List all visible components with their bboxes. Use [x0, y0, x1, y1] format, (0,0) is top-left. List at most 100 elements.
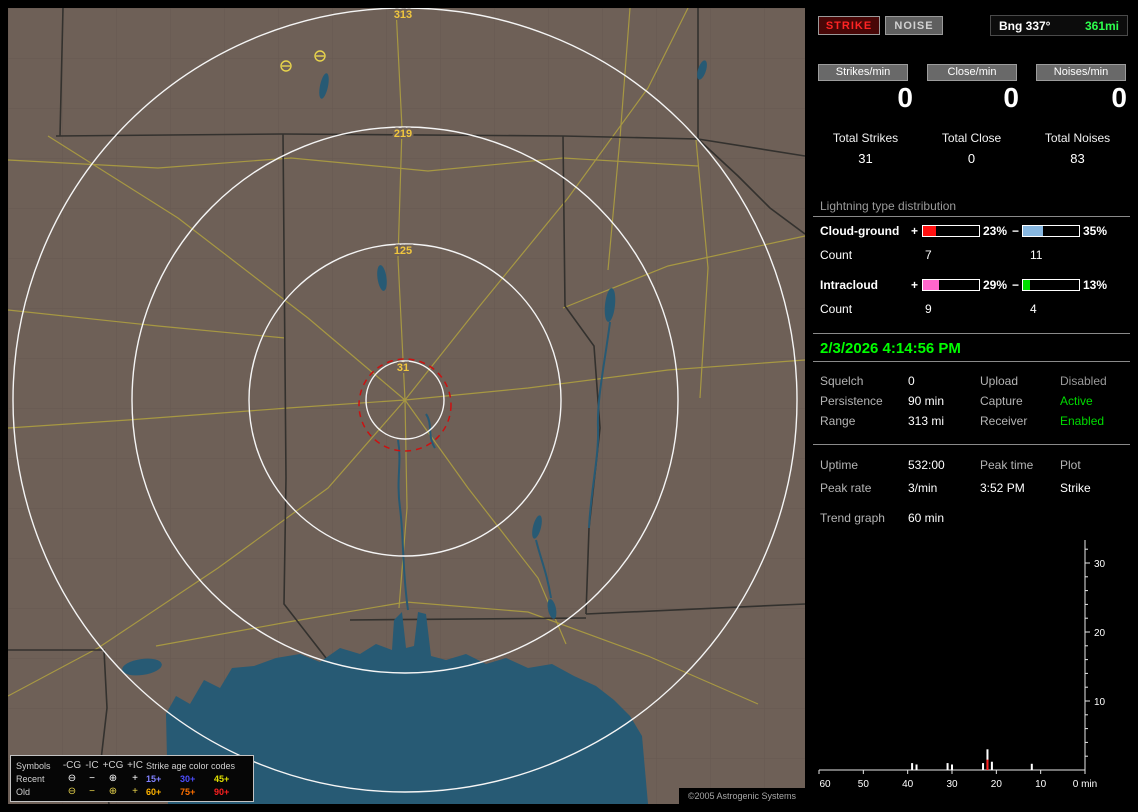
- strike-indicator-button[interactable]: STRIKE: [818, 16, 880, 35]
- map-canvas[interactable]: 313 219 125 31: [8, 8, 805, 804]
- age-code-60: 60+: [146, 786, 162, 797]
- capture-status: Active: [1060, 394, 1093, 408]
- strikes-per-min-value: 0: [897, 82, 913, 113]
- close-per-min-value: 0: [1003, 82, 1019, 113]
- plot-label: Plot: [1060, 458, 1081, 472]
- svg-text:20: 20: [1094, 628, 1106, 639]
- legend-age-header: Strike age color codes: [146, 760, 236, 771]
- minus-sign: −: [1012, 224, 1020, 238]
- cg-plus-bar: [922, 225, 980, 237]
- noise-indicator-button[interactable]: NOISE: [885, 16, 943, 35]
- ic-plus-bar: [922, 279, 980, 291]
- cloud-ground-label: Cloud-ground: [820, 224, 900, 238]
- bearing-display: Bng 337° 361mi: [990, 15, 1128, 36]
- receiver-label: Receiver: [980, 414, 1028, 428]
- capture-label: Capture: [980, 394, 1023, 408]
- map-legend: Symbols -CG -IC +CG +IC Strike age color…: [10, 755, 254, 802]
- persistence-value: 90 min: [908, 394, 945, 408]
- plot-value: Strike: [1060, 481, 1091, 495]
- trend-window-value: 60 min: [908, 511, 945, 525]
- age-code-45: 45+: [214, 773, 230, 784]
- peak-rate-value: 3/min: [908, 481, 938, 495]
- ic-plus-pct: 29%: [983, 278, 1008, 292]
- cg-minus-count: 11: [1030, 248, 1043, 262]
- cg-minus-pct: 35%: [1083, 224, 1108, 238]
- total-noises-label: Total Noises: [1044, 131, 1111, 145]
- svg-text:60: 60: [819, 779, 831, 790]
- pos-ic-recent-icon: +: [132, 773, 138, 784]
- ring-label-313: 313: [394, 9, 412, 21]
- settings-row-range: Range 313 mi Receiver Enabled: [813, 414, 1130, 429]
- intracloud-count-row: Count 9 4: [813, 302, 1130, 316]
- settings-row-persistence: Persistence 90 min Capture Active: [813, 394, 1130, 409]
- peak-rate-label: Peak rate: [820, 481, 872, 495]
- svg-text:20: 20: [991, 779, 1003, 790]
- bearing-range-value: 361mi: [1084, 18, 1119, 33]
- close-per-min-button[interactable]: Close/min: [927, 64, 1017, 81]
- age-code-90: 90+: [214, 786, 230, 797]
- pos-ic-old-icon: +: [132, 786, 138, 797]
- neg-ic-recent-icon: −: [89, 773, 95, 784]
- svg-text:40: 40: [902, 779, 914, 790]
- uptime-value: 532:00: [908, 458, 945, 472]
- trend-plot-area: 10 20 30 60 50 40 30 20 10 0 min: [818, 548, 1106, 790]
- noises-per-min-value: 0: [1111, 82, 1127, 113]
- range-value: 313 mi: [908, 414, 945, 428]
- svg-text:50: 50: [858, 779, 870, 790]
- plus-sign: +: [911, 278, 919, 292]
- ring-label-31: 31: [397, 362, 409, 374]
- ic-plus-count: 9: [925, 302, 932, 316]
- squelch-value: 0: [908, 374, 915, 388]
- svg-text:10: 10: [1035, 779, 1047, 790]
- map-view[interactable]: 313 219 125 31 Symbols -CG -IC +CG +IC S…: [8, 8, 805, 804]
- legend-col-pos-ic: +IC: [127, 760, 143, 771]
- plus-sign: +: [911, 224, 919, 238]
- uptime-label: Uptime: [820, 458, 859, 472]
- clock-display: 2/3/2026 4:14:56 PM: [813, 333, 1130, 362]
- trend-graph-label: Trend graph: [820, 511, 885, 525]
- cloud-ground-row: Cloud-ground + 23% − 35%: [813, 224, 1130, 238]
- legend-old-label: Old: [16, 786, 31, 797]
- noises-per-min-button[interactable]: Noises/min: [1036, 64, 1126, 81]
- age-code-75: 75+: [180, 786, 196, 797]
- strikes-per-min-button[interactable]: Strikes/min: [818, 64, 908, 81]
- age-code-15: 15+: [146, 773, 162, 784]
- cg-plus-count: 7: [925, 248, 932, 262]
- receiver-status: Enabled: [1060, 414, 1105, 428]
- total-strikes-value: 31: [858, 151, 873, 166]
- settings-row-squelch: Squelch 0 Upload Disabled: [813, 374, 1130, 389]
- cg-minus-bar-fill: [1023, 226, 1043, 236]
- total-close-value: 0: [967, 151, 976, 166]
- count-label: Count: [820, 248, 853, 262]
- svg-text:0 min: 0 min: [1073, 779, 1097, 790]
- nexstorm-window: 313 219 125 31 Symbols -CG -IC +CG +IC S…: [0, 0, 1138, 812]
- legend-recent-label: Recent: [16, 773, 45, 784]
- age-code-30: 30+: [180, 773, 196, 784]
- ring-label-125: 125: [394, 245, 412, 257]
- ic-minus-pct: 13%: [1083, 278, 1108, 292]
- cg-plus-bar-fill: [923, 226, 936, 236]
- minus-sign: −: [1012, 278, 1020, 292]
- legend-col-neg-cg: -CG: [62, 760, 82, 771]
- legend-col-pos-cg: +CG: [102, 760, 124, 771]
- legend-col-neg-ic: -IC: [85, 760, 99, 771]
- distribution-title: Lightning type distribution: [820, 199, 957, 213]
- pos-cg-old-icon: ⊕: [108, 786, 118, 797]
- divider: [813, 444, 1130, 445]
- persistence-label: Persistence: [820, 394, 883, 408]
- svg-text:30: 30: [1094, 559, 1106, 570]
- cg-minus-bar: [1022, 225, 1080, 237]
- upload-label: Upload: [980, 374, 1019, 388]
- neg-cg-old-icon: ⊖: [67, 786, 77, 797]
- ic-plus-bar-fill: [923, 280, 940, 290]
- copyright-notice: ©2005 Astrogenic Systems: [678, 788, 805, 804]
- upload-status: Disabled: [1060, 374, 1107, 388]
- cg-plus-pct: 23%: [983, 224, 1008, 238]
- squelch-label: Squelch: [820, 374, 864, 388]
- status-panel: STRIKE NOISE Bng 337° 361mi Strikes/min …: [813, 8, 1130, 804]
- ic-minus-bar: [1022, 279, 1080, 291]
- divider: [813, 216, 1130, 217]
- neg-cg-recent-icon: ⊖: [67, 773, 77, 784]
- ic-minus-bar-fill: [1023, 280, 1031, 290]
- intracloud-label: Intracloud: [820, 278, 879, 292]
